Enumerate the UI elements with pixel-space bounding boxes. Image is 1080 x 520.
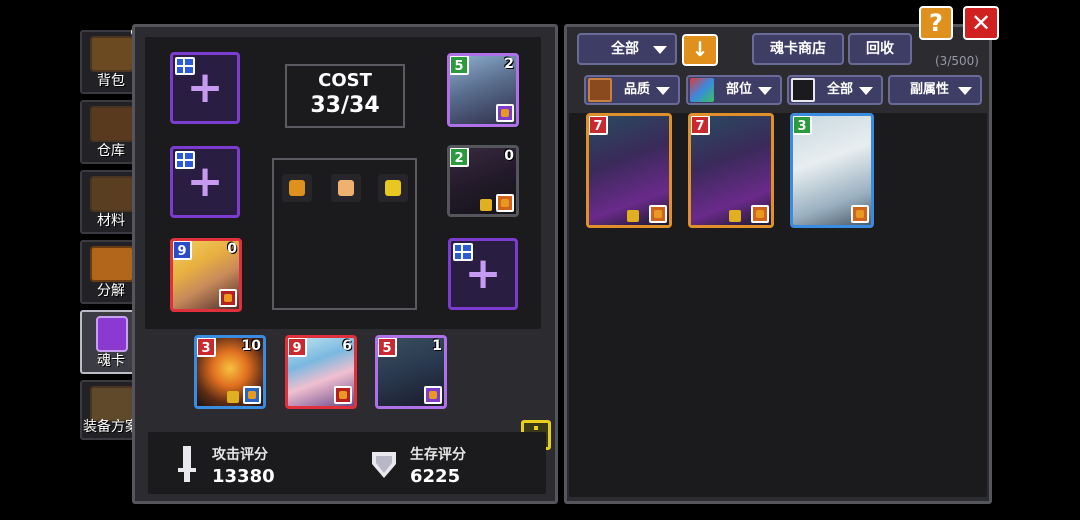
recycle-button[interactable]: 回收 [848, 33, 912, 65]
disassemble-pot-icon [90, 246, 134, 282]
card-cost-badge: 5 [378, 338, 397, 357]
survival-score-label: 生存评分 [410, 447, 466, 463]
card-cost-badge: 9 [173, 241, 192, 260]
card-type-icon [496, 104, 514, 122]
slot-filter-label: 部位 [726, 82, 753, 97]
empty-card-slot[interactable]: + [170, 52, 240, 124]
card-count: 0 [227, 241, 237, 257]
subattribute-filter-label: 副属性 [910, 82, 950, 97]
chevron-down-icon [859, 87, 873, 95]
card-count: 6 [342, 338, 352, 354]
survival-score-value: 6225 [410, 466, 461, 487]
materials-icon [90, 176, 134, 212]
inventory-card[interactable]: 3 [790, 113, 874, 228]
lock-icon [627, 210, 639, 222]
set-icon-yellow [378, 174, 408, 202]
equipped-card[interactable]: 2 0 [447, 145, 519, 217]
chevron-down-icon [656, 87, 670, 95]
chevron-down-icon [758, 87, 772, 95]
arrow-down-icon: ↓ [691, 37, 709, 61]
set-icon-face [331, 174, 361, 202]
card-cost-badge: 7 [691, 116, 710, 135]
category-dropdown[interactable]: 全部 [577, 33, 677, 65]
card-count: 2 [504, 56, 514, 72]
inventory-card[interactable]: 7 [586, 113, 672, 228]
card-type-icon [424, 386, 442, 404]
card-cost-badge: 5 [450, 56, 469, 75]
card-cost-badge: 3 [197, 338, 216, 357]
card-count: 10 [241, 338, 261, 354]
dice-icon [791, 78, 815, 102]
slot-color-icon [690, 78, 714, 102]
quality-icon [588, 78, 612, 102]
attack-score-label: 攻击评分 [212, 447, 268, 463]
card-count: 1 [432, 338, 442, 354]
help-button[interactable]: ? [919, 6, 953, 40]
equipped-card[interactable]: 3 10 [194, 335, 266, 409]
soul-card-shop-button[interactable]: 魂卡商店 [752, 33, 844, 65]
chevron-down-icon [653, 46, 667, 54]
sort-button[interactable]: ↓ [682, 34, 718, 66]
cost-value: 33/34 [310, 93, 380, 118]
quality-filter[interactable]: 品质 [584, 75, 680, 105]
card-count: 0 [504, 148, 514, 164]
equipped-card[interactable]: 5 1 [375, 335, 447, 409]
card-type-icon [219, 289, 237, 307]
lock-icon [480, 199, 492, 211]
card-cost-badge: 9 [288, 338, 307, 357]
add-icon: + [464, 248, 502, 299]
score-bar: 攻击评分 13380 生存评分 6225 [148, 432, 546, 494]
card-count-label: (3/500) [935, 54, 979, 68]
sword-icon [178, 446, 196, 482]
add-icon: + [186, 156, 224, 207]
inventory-card[interactable]: 7 [688, 113, 774, 228]
equipped-card[interactable]: 9 0 [170, 238, 242, 312]
card-type-icon [851, 205, 869, 223]
card-type-icon [649, 205, 667, 223]
add-icon: + [186, 62, 224, 113]
close-button[interactable]: ✕ [963, 6, 999, 40]
category-label: 全部 [611, 41, 639, 57]
card-type-icon [496, 194, 514, 212]
card-type-icon [334, 386, 352, 404]
cost-display: COST 33/34 [285, 64, 405, 128]
set-icon-orange [282, 174, 312, 202]
quality-filter-label: 品质 [624, 82, 651, 97]
cost-title: COST [318, 70, 372, 91]
card-type-icon [243, 386, 261, 404]
card-cost-badge: 2 [450, 148, 469, 167]
shield-icon [372, 452, 396, 478]
card-type-icon [751, 205, 769, 223]
equipped-card[interactable]: 9 6 [285, 335, 357, 409]
subattribute-filter[interactable]: 副属性 [888, 75, 982, 105]
all-filter[interactable]: 全部 [787, 75, 883, 105]
soul-card-icon [96, 316, 128, 352]
empty-card-slot[interactable]: + [448, 238, 518, 310]
empty-card-slot[interactable]: + [170, 146, 240, 218]
set-bonus-box[interactable] [272, 158, 417, 310]
chevron-down-icon [958, 87, 972, 95]
card-cost-badge: 7 [589, 116, 608, 135]
equipped-card[interactable]: 5 2 [447, 53, 519, 127]
lock-icon [729, 210, 741, 222]
backpack-icon [90, 36, 134, 72]
attack-score-value: 13380 [212, 466, 275, 487]
slot-filter[interactable]: 部位 [686, 75, 782, 105]
all-filter-label: 全部 [827, 82, 854, 97]
card-cost-badge: 3 [793, 116, 812, 135]
lock-icon [227, 391, 239, 403]
warehouse-chest-icon [90, 106, 134, 142]
